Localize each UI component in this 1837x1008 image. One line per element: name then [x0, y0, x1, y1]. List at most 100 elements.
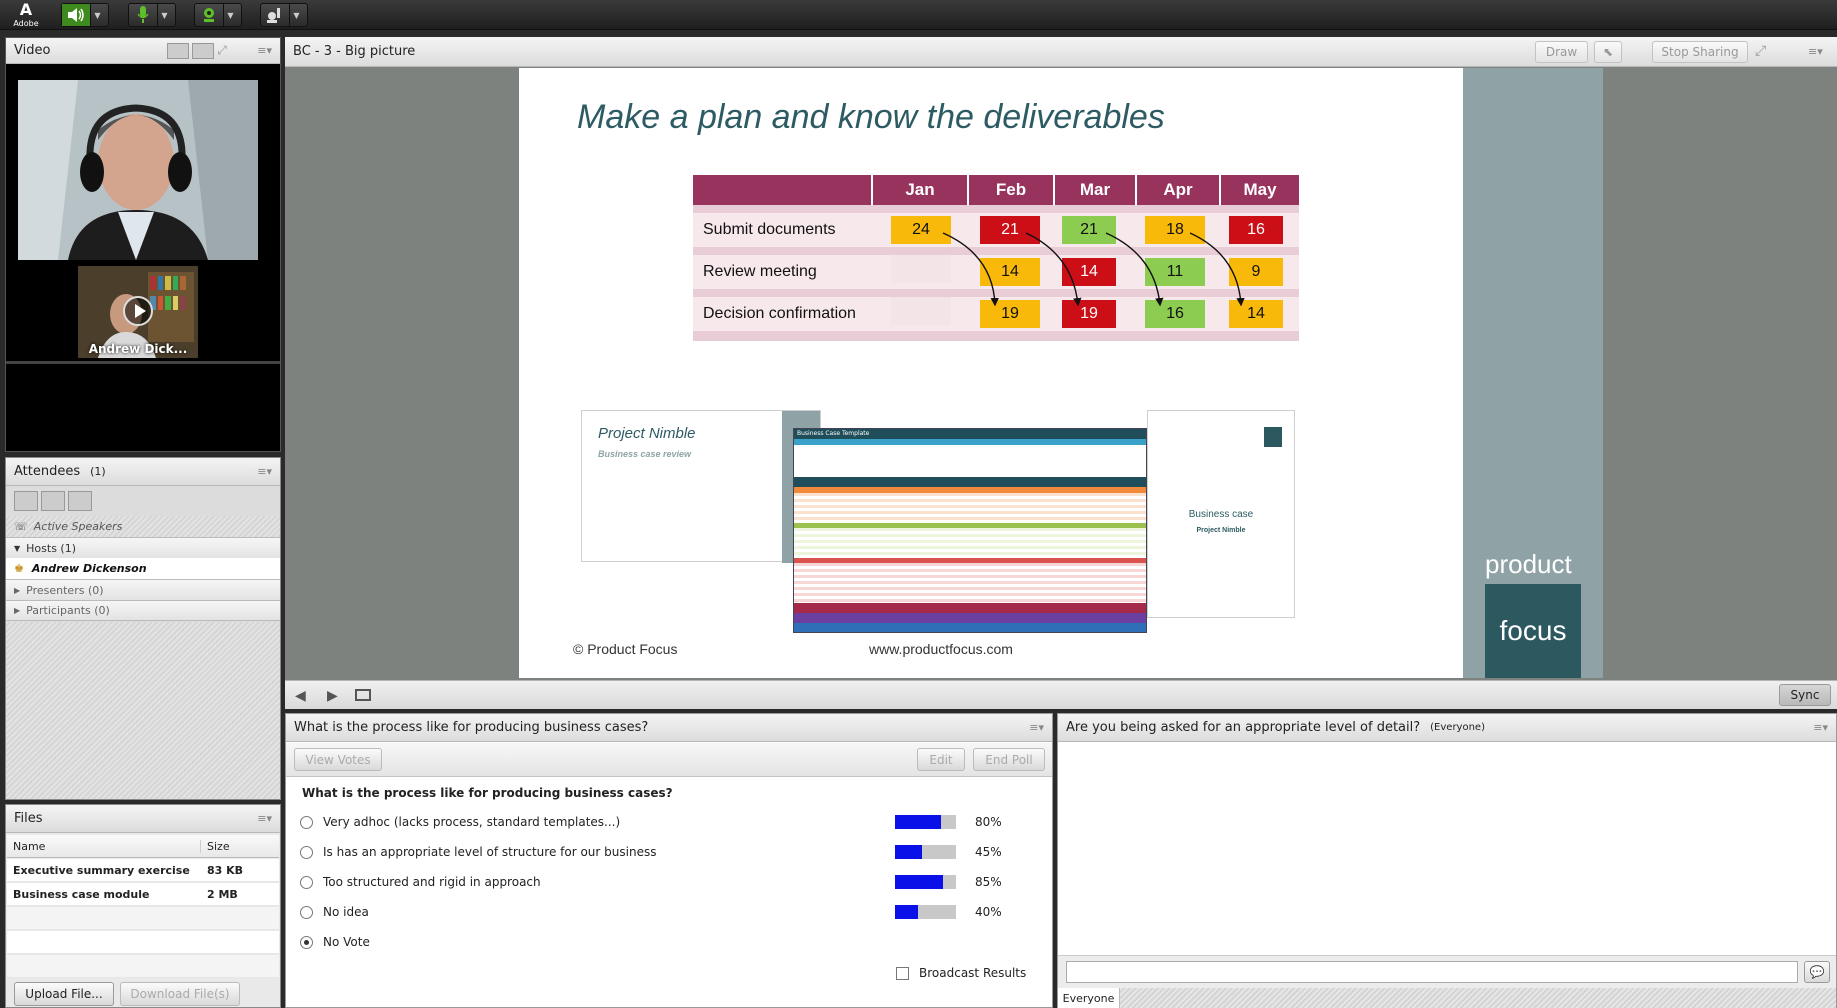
column-header-size[interactable]: Size: [201, 840, 230, 853]
view-votes-button[interactable]: View Votes: [294, 748, 382, 771]
sheet-band: [794, 439, 1146, 445]
expand-view-icon[interactable]: [41, 491, 65, 511]
raise-hand-icon: [261, 4, 289, 26]
pointer-icon[interactable]: ⬉: [1594, 41, 1622, 63]
pod-menu-icon[interactable]: ≡▾: [257, 812, 272, 825]
pod-menu-icon[interactable]: ≡▾: [257, 465, 272, 478]
participants-group[interactable]: ▶ Participants (0): [6, 600, 280, 621]
upload-file-button[interactable]: Upload File...: [14, 982, 114, 1006]
broadcast-results-toggle[interactable]: Broadcast Results: [896, 966, 1026, 980]
draw-button[interactable]: Draw: [1535, 41, 1588, 63]
file-row[interactable]: Executive summary exercise 83 KB: [7, 859, 279, 882]
chevron-down-icon[interactable]: ▼: [157, 4, 171, 26]
end-poll-button[interactable]: End Poll: [973, 748, 1045, 771]
share-pod-title: BC - 3 - Big picture: [293, 44, 416, 59]
microphone-button[interactable]: ▼: [128, 3, 176, 27]
chat-input-area: 💬 Everyone: [1058, 955, 1836, 1008]
single-view-icon[interactable]: [192, 42, 215, 59]
expand-triangle-icon: ▶: [14, 606, 21, 615]
question-pod: Are you being asked for an appropriate l…: [1057, 713, 1837, 1008]
result-bar-fill: [895, 815, 941, 829]
business-case-document-thumbnail: Business case Project Nimble: [1147, 410, 1295, 618]
chevron-down-icon[interactable]: ▼: [223, 4, 237, 26]
deliverables-table: Jan Feb Mar Apr May Submit documents Rev…: [693, 175, 1299, 347]
attendee-video-thumbnail[interactable]: Andrew Dick...: [78, 266, 198, 358]
result-bar-fill: [895, 905, 919, 919]
sync-button[interactable]: Sync: [1779, 684, 1831, 706]
chevron-down-icon[interactable]: ▼: [289, 4, 303, 26]
previous-slide-icon[interactable]: ◀: [295, 688, 306, 704]
sheet-band: [794, 477, 1146, 487]
radio-button[interactable]: [300, 905, 313, 919]
nimble-title: Project Nimble: [598, 425, 696, 442]
attendee-view-toolbar: [6, 487, 280, 515]
raise-hand-button[interactable]: ▼: [260, 3, 308, 27]
radio-button[interactable]: [300, 875, 313, 889]
expand-triangle-icon: ▶: [14, 585, 21, 595]
result-bar: [895, 845, 956, 859]
user-status-icon[interactable]: [68, 491, 92, 511]
attendees-count: (1): [90, 465, 106, 478]
thumbnail-name: Andrew Dick...: [88, 342, 188, 356]
attendee-row-host[interactable]: ♚ Andrew Dickenson: [6, 558, 280, 579]
poll-toolbar: View Votes Edit End Poll: [286, 743, 1052, 777]
share-pod: BC - 3 - Big picture Draw ⬉ Stop Sharing…: [285, 37, 1837, 709]
nimble-subtitle: Business case review: [598, 449, 692, 459]
slide-title: Make a plan and know the deliverables: [577, 98, 1165, 136]
send-message-button[interactable]: 💬: [1804, 961, 1830, 983]
list-view-icon[interactable]: [14, 491, 38, 511]
column-header-name[interactable]: Name: [7, 839, 201, 853]
fullscreen-icon[interactable]: ⤢: [1755, 43, 1766, 59]
brand-product-text: product: [1485, 549, 1572, 579]
radio-button[interactable]: [300, 815, 313, 829]
video-pod-title: Video: [14, 43, 51, 58]
project-nimble-thumbnail: Project Nimble Business case review: [581, 410, 821, 563]
pod-menu-icon[interactable]: ≡▾: [1813, 721, 1828, 734]
pod-menu-icon[interactable]: ≡▾: [1029, 721, 1044, 734]
speaker-icon: [62, 4, 90, 26]
play-icon[interactable]: [123, 296, 153, 326]
fullscreen-icon[interactable]: ⤢: [217, 43, 239, 59]
slide-brand-sidebar: product focus: [1463, 68, 1603, 678]
chat-tab-bar: Everyone: [1058, 988, 1836, 1008]
stop-sharing-button[interactable]: Stop Sharing: [1652, 41, 1748, 63]
radio-button-selected[interactable]: [300, 935, 313, 949]
file-row[interactable]: Business case module 2 MB: [7, 883, 279, 906]
broadcast-checkbox[interactable]: [896, 966, 909, 980]
webcam-icon: [195, 4, 223, 26]
webcam-button[interactable]: ▼: [194, 3, 242, 27]
presenters-group[interactable]: ▶ Presenters (0): [6, 579, 280, 600]
pod-menu-icon[interactable]: ≡▾: [257, 44, 272, 57]
video-pod: Video ⤢ ≡▾ Andrew Dick...: [5, 37, 281, 452]
presentation-slide: product focus Make a plan and know the d…: [519, 68, 1603, 678]
attendees-title: Attendees: [14, 464, 81, 479]
hosts-group[interactable]: ▼ Hosts (1): [6, 537, 280, 558]
sheet-band: [794, 603, 1146, 613]
pod-menu-icon[interactable]: ≡▾: [1808, 45, 1823, 58]
files-table-header: Name Size: [7, 835, 279, 858]
grid-view-icon[interactable]: [167, 42, 190, 59]
files-pod-header: Files ≡▾: [6, 805, 280, 833]
sheet-band: [794, 613, 1146, 623]
edit-poll-button[interactable]: Edit: [917, 748, 965, 771]
files-title: Files: [14, 811, 43, 826]
result-bar: [895, 875, 956, 889]
download-files-button[interactable]: Download File(s): [120, 982, 240, 1006]
question-pod-title: Are you being asked for an appropriate l…: [1066, 720, 1421, 735]
spreadsheet-title: Business Case Template: [794, 429, 1146, 439]
poll-option[interactable]: No Vote: [300, 932, 1040, 952]
chat-message-input[interactable]: [1066, 961, 1798, 983]
bc-subtitle: Project Nimble: [1196, 527, 1246, 534]
chevron-down-icon[interactable]: ▼: [90, 4, 104, 26]
empty-row: [7, 931, 279, 954]
speaker-button[interactable]: ▼: [61, 3, 109, 27]
slide-panel-icon[interactable]: [355, 689, 371, 701]
tab-everyone[interactable]: Everyone: [1058, 988, 1120, 1008]
files-pod: Files ≡▾ Name Size Executive summary exe…: [5, 804, 281, 1008]
radio-button[interactable]: [300, 845, 313, 859]
attendees-empty-area: [6, 622, 280, 799]
result-bar: [895, 815, 956, 829]
next-slide-icon[interactable]: ▶: [327, 688, 338, 704]
collapse-triangle-icon: ▼: [14, 543, 21, 553]
main-video-feed: [18, 80, 258, 260]
